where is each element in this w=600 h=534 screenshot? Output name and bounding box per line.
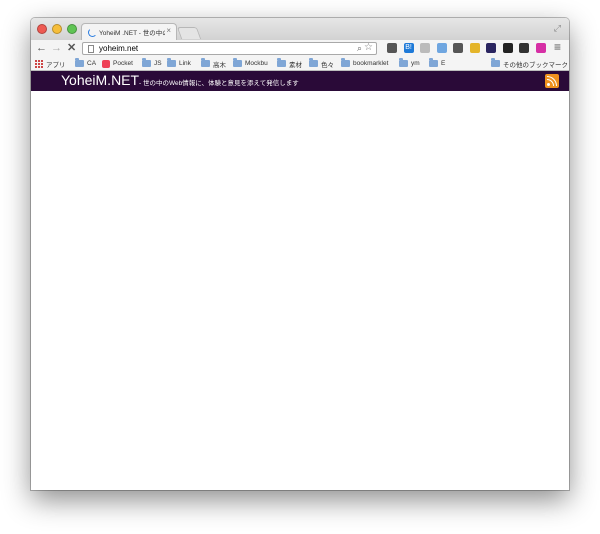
bookmark-star-icon[interactable]: ☆ [364, 42, 373, 53]
folder-icon [167, 58, 176, 67]
calendar-extension-icon[interactable] [436, 43, 447, 53]
folder-icon [277, 58, 286, 67]
folder-icon [142, 58, 151, 67]
block-extension-icon[interactable] [519, 43, 529, 53]
site-title[interactable]: YoheiM.NET [61, 72, 139, 88]
bookmark-apps[interactable]: アプリ [35, 58, 66, 69]
gray-extension-icon[interactable] [420, 43, 430, 53]
tab-bar: YoheiM .NET - 世の中のWeb × ⤢ [31, 18, 569, 40]
url-text[interactable]: yoheim.net [99, 44, 138, 53]
site-tagline: - 世の中のWeb情報に、体験と意見を添えて発信します [139, 80, 299, 87]
address-bar[interactable]: yoheim.net ⌕ ☆ [82, 42, 377, 55]
zoom-window-button[interactable] [67, 24, 77, 34]
rss-icon[interactable] [545, 74, 559, 88]
page-icon [88, 45, 94, 53]
folder-icon [201, 58, 210, 67]
stop-button[interactable]: ✕ [67, 42, 76, 55]
tab-yoheim[interactable]: YoheiM .NET - 世の中のWeb × [81, 23, 177, 40]
new-tab-button[interactable] [176, 27, 202, 39]
hatena-extension-icon[interactable]: B! [403, 43, 414, 53]
toolbar: ← → ✕ yoheim.net ⌕ ☆ B! ≡ [31, 40, 569, 57]
close-window-button[interactable] [37, 24, 47, 34]
bookmark-e[interactable]: E [429, 58, 445, 69]
bookmark-ca[interactable]: CA [75, 58, 96, 69]
folder-icon [75, 58, 84, 67]
site-header: YoheiM.NET - 世の中のWeb情報に、体験と意見を添えて発信します [31, 71, 569, 91]
fullscreen-icon[interactable]: ⤢ [554, 23, 561, 34]
bookmark-sozai[interactable]: 素材 [277, 58, 302, 69]
search-icon: ⌕ [356, 43, 362, 53]
back-button[interactable]: ← [36, 42, 47, 55]
bookmark-iroiro[interactable]: 色々 [309, 58, 334, 69]
folder-icon [399, 58, 408, 67]
folder-icon [233, 58, 242, 67]
browser-window: YoheiM .NET - 世の中のWeb × ⤢ ← → ✕ yoheim.n… [31, 18, 569, 490]
toolbox-extension-icon[interactable] [469, 43, 480, 53]
loading-spinner-icon [88, 28, 97, 37]
tab-title: YoheiM .NET - 世の中のWeb [99, 30, 165, 37]
bookmark-ym[interactable]: ym [399, 58, 420, 69]
bookmarks-bar: アプリ CA Pocket JS Link 高木 Mockbu 素材 色々 bo… [31, 57, 569, 71]
page-content [31, 91, 569, 490]
pocket-extension-icon[interactable] [387, 43, 397, 53]
folder-icon [429, 58, 438, 67]
minimize-window-button[interactable] [52, 24, 62, 34]
bookmark-pocket[interactable]: Pocket [102, 58, 133, 69]
bookmark-takagi[interactable]: 高木 [201, 58, 226, 69]
bookmark-other[interactable]: その他のブックマーク [491, 58, 568, 69]
tab-close-icon[interactable]: × [166, 26, 171, 35]
qr-extension-icon[interactable] [502, 43, 513, 53]
folder-icon [491, 58, 500, 67]
bookmark-mockbu[interactable]: Mockbu [233, 58, 268, 69]
forward-button[interactable]: → [51, 42, 62, 55]
rainbow-extension-icon[interactable] [535, 43, 546, 53]
bookmark-link[interactable]: Link [167, 58, 191, 69]
dark-extension-icon[interactable] [486, 43, 496, 53]
pocket-icon [102, 59, 110, 68]
window-controls [37, 24, 77, 34]
bookmark-js[interactable]: JS [142, 58, 162, 69]
chrome-menu-icon[interactable]: ≡ [554, 41, 561, 54]
folder-icon [341, 58, 350, 67]
cloud-extension-icon[interactable] [453, 43, 463, 53]
folder-icon [309, 58, 318, 67]
apps-grid-icon [35, 59, 43, 68]
bookmark-bookmarklet[interactable]: bookmarklet [341, 58, 388, 69]
